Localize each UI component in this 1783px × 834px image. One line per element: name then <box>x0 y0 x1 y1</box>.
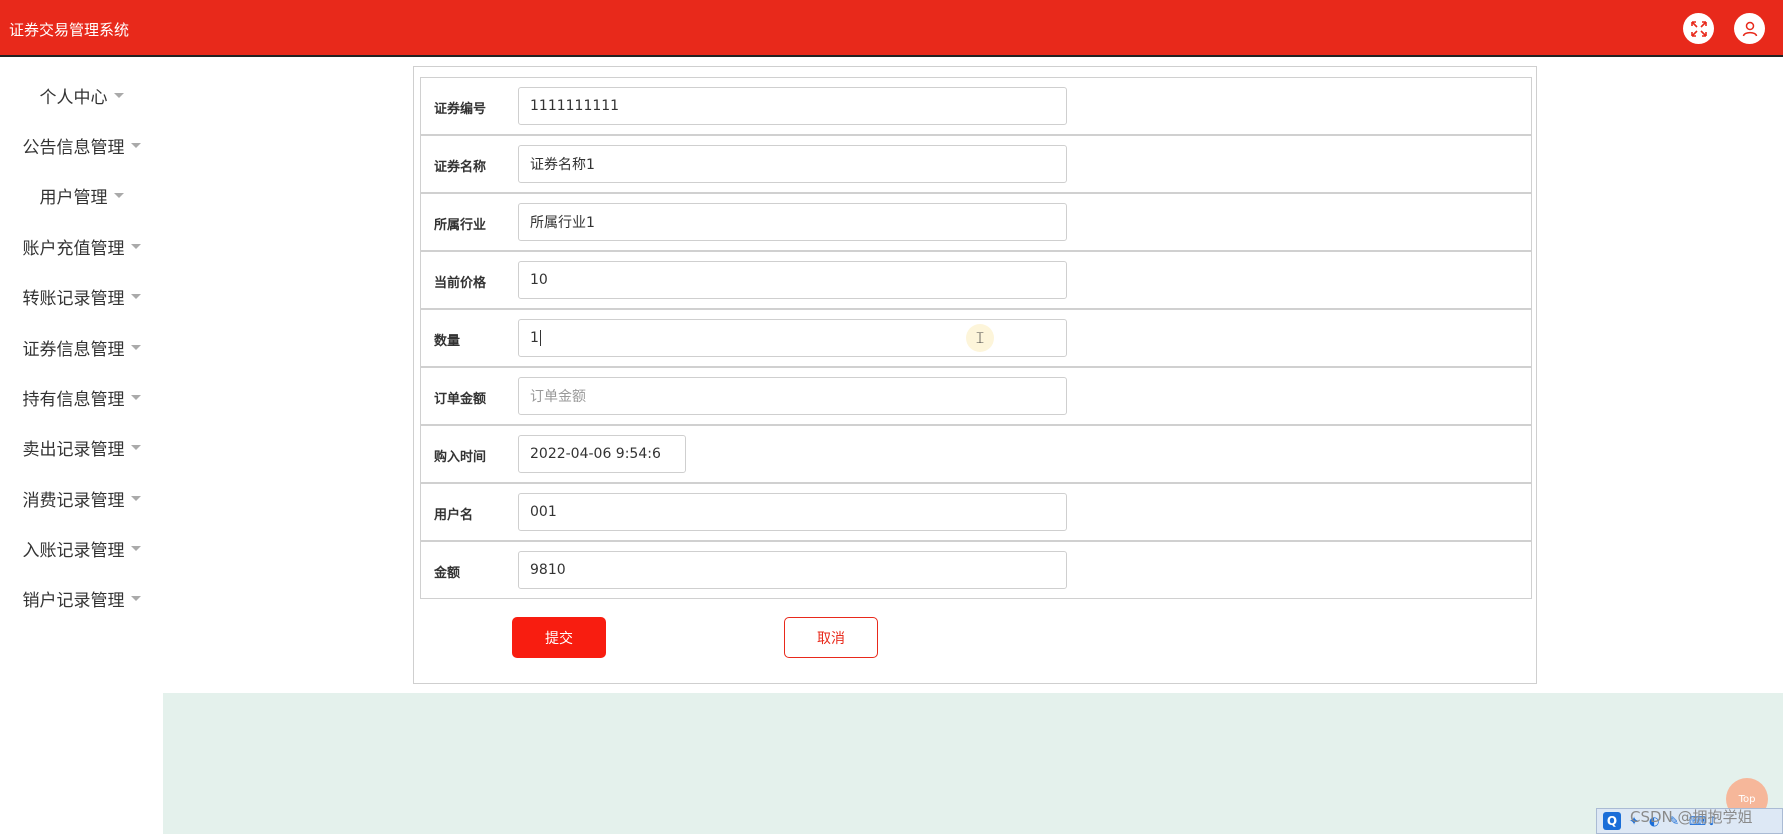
expand-arrows-icon <box>1690 20 1707 37</box>
caret-down-icon <box>130 444 141 450</box>
person-icon <box>1742 21 1757 36</box>
submit-button[interactable]: 提交 <box>512 617 606 658</box>
caret-down-icon <box>130 495 141 501</box>
sidebar-item-label: 卖出记录管理 <box>22 439 125 460</box>
user-avatar-icon[interactable] <box>1734 13 1765 44</box>
sidebar-item-account-close[interactable]: 销户记录管理 <box>0 573 163 623</box>
sidebar-item-holdings[interactable]: 持有信息管理 <box>0 372 163 422</box>
fullscreen-icon[interactable] <box>1683 13 1714 44</box>
sidebar-item-transfer[interactable]: 转账记录管理 <box>0 271 163 321</box>
current-price-input[interactable]: 10 <box>518 261 1067 299</box>
caret-down-icon <box>130 394 141 400</box>
caret-down-icon <box>130 595 141 601</box>
sidebar-item-label: 持有信息管理 <box>22 389 125 410</box>
text-cursor <box>539 330 541 346</box>
sidebar-item-label: 用户管理 <box>39 187 108 208</box>
app-title: 证券交易管理系统 <box>9 21 130 39</box>
field-label: 数量 <box>434 334 461 349</box>
field-label: 所属行业 <box>434 218 487 233</box>
sidebar-item-recharge[interactable]: 账户充值管理 <box>0 221 163 271</box>
field-label: 当前价格 <box>434 276 487 291</box>
sidebar-item-label: 消费记录管理 <box>22 490 125 511</box>
purchase-form: 证券编号 1111111111 证券名称 证券名称1 所属行业 所属行业1 当前… <box>413 66 1537 684</box>
sidebar-item-label: 个人中心 <box>39 87 108 108</box>
form-row-security-code: 证券编号 1111111111 <box>420 77 1532 135</box>
purchase-time-picker[interactable]: 2022-04-06 9:54:6 <box>518 435 686 473</box>
caret-down-icon <box>130 142 141 148</box>
sidebar-item-income[interactable]: 入账记录管理 <box>0 523 163 573</box>
sidebar-item-sell-records[interactable]: 卖出记录管理 <box>0 422 163 472</box>
field-label: 订单金额 <box>434 392 487 407</box>
sidebar-item-consumption[interactable]: 消费记录管理 <box>0 473 163 523</box>
sidebar-item-announcement[interactable]: 公告信息管理 <box>0 120 163 170</box>
sidebar-item-personal-center[interactable]: 个人中心 <box>0 70 163 120</box>
sidebar-menu: 个人中心 公告信息管理 用户管理 账户充值管理 转账记录管理 证券信息管理 持有… <box>0 57 163 834</box>
amount-input[interactable]: 9810 <box>518 551 1067 589</box>
caret-down-icon <box>130 344 141 350</box>
caret-down-icon <box>113 192 124 198</box>
sidebar-item-securities[interactable]: 证券信息管理 <box>0 322 163 372</box>
username-input[interactable]: 001 <box>518 493 1067 531</box>
sidebar-item-label: 入账记录管理 <box>22 540 125 561</box>
industry-input[interactable]: 所属行业1 <box>518 203 1067 241</box>
form-row-order-amount: 订单金额 订单金额 <box>420 367 1532 425</box>
caret-down-icon <box>130 293 141 299</box>
field-label: 购入时间 <box>434 450 487 465</box>
cancel-button[interactable]: 取消 <box>784 617 878 658</box>
security-code-input[interactable]: 1111111111 <box>518 87 1067 125</box>
field-label: 金额 <box>434 566 461 581</box>
field-label: 证券名称 <box>434 160 487 175</box>
caret-down-icon <box>130 243 141 249</box>
form-row-quantity: 数量 1 𝙸 <box>420 309 1532 367</box>
security-name-input[interactable]: 证券名称1 <box>518 145 1067 183</box>
form-row-amount: 金额 9810 <box>420 541 1532 599</box>
ibeam-cursor-icon: 𝙸 <box>966 324 994 352</box>
quantity-value: 1 <box>530 330 539 346</box>
sidebar-item-label: 销户记录管理 <box>22 590 125 611</box>
caret-down-icon <box>113 92 124 98</box>
watermark: CSDN @拥抱学姐 <box>1630 808 1753 826</box>
sidebar-item-label: 转账记录管理 <box>22 288 125 309</box>
field-label: 用户名 <box>434 508 474 523</box>
sidebar-item-label: 公告信息管理 <box>22 137 125 158</box>
sidebar-item-label: 账户充值管理 <box>22 238 125 259</box>
order-amount-input[interactable]: 订单金额 <box>518 377 1067 415</box>
form-row-purchase-time: 购入时间 2022-04-06 9:54:6 <box>420 425 1532 483</box>
form-row-current-price: 当前价格 10 <box>420 251 1532 309</box>
form-row-username: 用户名 001 <box>420 483 1532 541</box>
form-row-security-name: 证券名称 证券名称1 <box>420 135 1532 193</box>
field-label: 证券编号 <box>434 102 487 117</box>
content-footer-area <box>163 693 1783 834</box>
sidebar-item-users[interactable]: 用户管理 <box>0 170 163 220</box>
form-row-industry: 所属行业 所属行业1 <box>420 193 1532 251</box>
sidebar-item-label: 证券信息管理 <box>22 339 125 360</box>
caret-down-icon <box>130 545 141 551</box>
qq-icon[interactable]: Q <box>1603 812 1621 830</box>
top-header-bar: 证券交易管理系统 <box>0 0 1783 57</box>
